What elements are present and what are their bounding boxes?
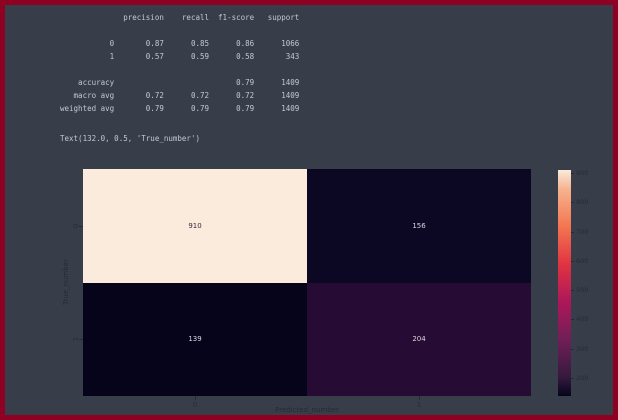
colorbar-tick-mark xyxy=(571,232,574,233)
cell-annotation: 910 xyxy=(188,222,201,230)
colorbar-tick-mark xyxy=(571,349,574,350)
cell-annotation: 139 xyxy=(188,335,201,343)
colorbar-tick-label: 600 xyxy=(576,257,588,265)
colorbar xyxy=(558,170,571,396)
confusion-matrix-heatmap: 910 156 139 204 xyxy=(83,169,531,396)
colorbar-tick-mark xyxy=(571,173,574,174)
x-tick-label: 0 xyxy=(193,401,197,409)
colorbar-tick-label: 200 xyxy=(576,374,588,382)
heatmap-cell-1-1: 204 xyxy=(307,283,531,397)
y-axis-label: True_number xyxy=(62,259,70,305)
notebook-output-pane: precision recall f1-score support 0 0.87… xyxy=(0,0,618,420)
heatmap-cell-0-0: 910 xyxy=(83,169,307,283)
colorbar-tick-label: 800 xyxy=(576,198,588,206)
heatmap-cell-1-0: 139 xyxy=(83,283,307,397)
cell-annotation: 156 xyxy=(412,222,425,230)
cell-annotation: 204 xyxy=(412,335,425,343)
matplotlib-text-repr: Text(132.0, 0.5, 'True_number') xyxy=(60,132,200,145)
colorbar-tick-mark xyxy=(571,378,574,379)
colorbar-tick-label: 700 xyxy=(576,228,588,236)
tick-mark xyxy=(195,396,196,400)
colorbar-tick-mark xyxy=(571,319,574,320)
tick-mark xyxy=(79,226,83,227)
colorbar-tick-mark xyxy=(571,261,574,262)
colorbar-tick-mark xyxy=(571,202,574,203)
heatmap-cell-0-1: 156 xyxy=(307,169,531,283)
colorbar-tick-label: 400 xyxy=(576,315,588,323)
colorbar-tick-label: 300 xyxy=(576,345,588,353)
x-tick-label: 1 xyxy=(417,401,421,409)
classification-report-text: precision recall f1-score support 0 0.87… xyxy=(60,11,299,115)
x-axis-label: Predicted_number xyxy=(275,406,339,414)
colorbar-tick-label: 500 xyxy=(576,286,588,294)
colorbar-tick-mark xyxy=(571,290,574,291)
tick-mark xyxy=(79,339,83,340)
tick-mark xyxy=(419,396,420,400)
colorbar-tick-label: 900 xyxy=(576,169,588,177)
